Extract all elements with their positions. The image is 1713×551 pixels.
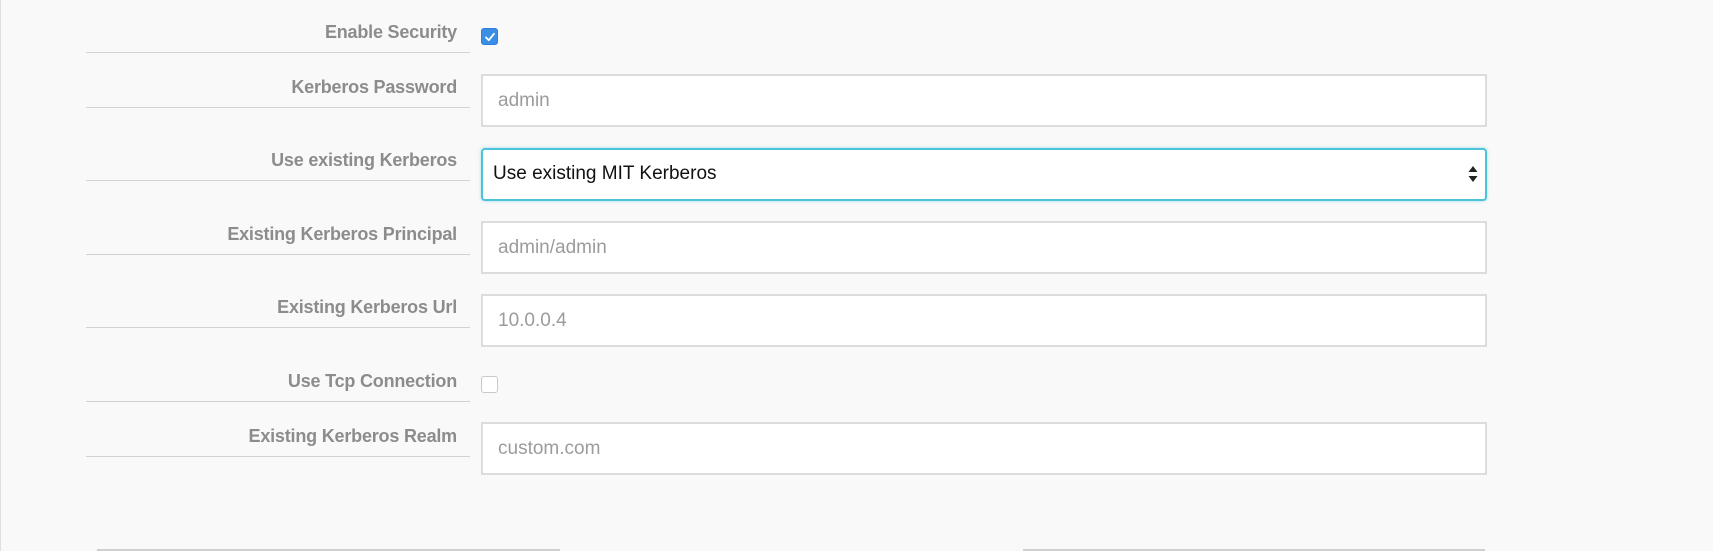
use-existing-kerberos-selected-value: Use existing MIT Kerberos: [493, 163, 717, 184]
kerberos-password-label-cell: Kerberos Password: [86, 77, 470, 108]
existing-kerberos-principal-input[interactable]: admin/admin: [481, 221, 1487, 274]
use-tcp-connection-label: Use Tcp Connection: [287, 371, 457, 391]
kerberos-password-value: admin: [498, 90, 550, 111]
existing-kerberos-principal-value: admin/admin: [498, 237, 607, 258]
existing-kerberos-realm-input[interactable]: custom.com: [481, 422, 1487, 475]
existing-kerberos-principal-label: Existing Kerberos Principal: [227, 224, 457, 244]
enable-security-label-cell: Enable Security: [86, 22, 470, 53]
use-tcp-connection-label-cell: Use Tcp Connection: [86, 371, 470, 402]
use-tcp-connection-checkbox[interactable]: [481, 376, 498, 393]
use-existing-kerberos-label-cell: Use existing Kerberos: [86, 150, 470, 181]
kerberos-password-label: Kerberos Password: [291, 77, 457, 97]
existing-kerberos-url-value: 10.0.0.4: [498, 310, 567, 331]
existing-kerberos-realm-value: custom.com: [498, 438, 601, 459]
existing-kerberos-realm-label-cell: Existing Kerberos Realm: [86, 426, 470, 457]
select-arrows-icon: [1468, 166, 1478, 182]
existing-kerberos-url-input[interactable]: 10.0.0.4: [481, 294, 1487, 347]
existing-kerberos-url-label: Existing Kerberos Url: [277, 297, 457, 317]
enable-security-label: Enable Security: [324, 22, 457, 42]
use-existing-kerberos-label: Use existing Kerberos: [271, 150, 457, 170]
kerberos-password-input[interactable]: admin: [481, 74, 1487, 127]
existing-kerberos-realm-label: Existing Kerberos Realm: [248, 426, 458, 446]
existing-kerberos-url-label-cell: Existing Kerberos Url: [86, 297, 470, 328]
use-existing-kerberos-select[interactable]: Use existing MIT Kerberos: [481, 148, 1487, 201]
enable-security-checkbox[interactable]: [481, 28, 498, 45]
checkmark-icon: [485, 32, 495, 42]
panel-left-border: [0, 0, 1, 551]
existing-kerberos-principal-label-cell: Existing Kerberos Principal: [86, 224, 470, 255]
